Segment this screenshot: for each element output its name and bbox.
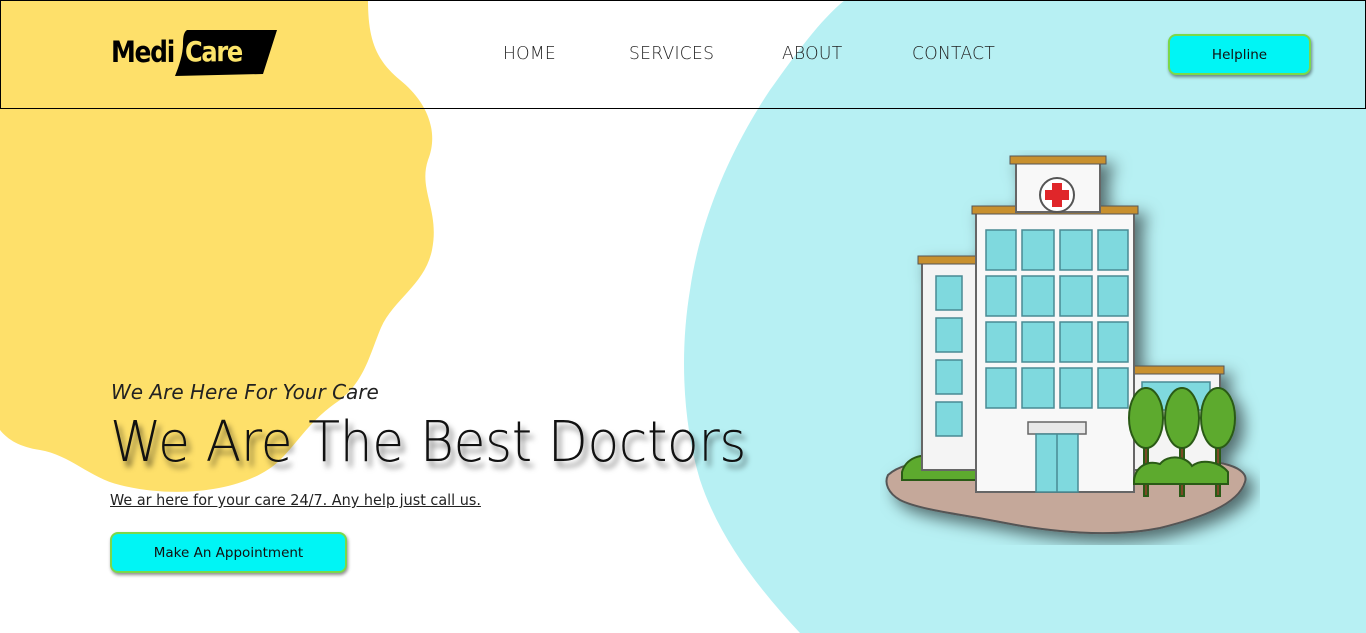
nav-menu: HOME SERVICES ABOUT CONTACT (1, 43, 1365, 67)
hospital-building-icon (885, 155, 1247, 535)
hero-tagline: We Are Here For Your Care (111, 380, 379, 404)
nav-link-contact[interactable]: CONTACT (912, 43, 995, 64)
navbar: Medi Care HOME SERVICES ABOUT CONTACT He… (0, 0, 1366, 109)
hero-subtitle-link[interactable]: We ar here for your care 24/7. Any help … (110, 491, 481, 509)
make-appointment-button[interactable]: Make An Appointment (110, 532, 347, 573)
nav-link-about[interactable]: ABOUT (782, 43, 842, 64)
nav-link-services[interactable]: SERVICES (629, 43, 714, 64)
page: Medi Care HOME SERVICES ABOUT CONTACT He… (0, 0, 1366, 633)
hero-title: We Are The Best Doctors (110, 410, 746, 475)
helpline-button[interactable]: Helpline (1168, 34, 1311, 75)
nav-link-home[interactable]: HOME (503, 43, 556, 64)
